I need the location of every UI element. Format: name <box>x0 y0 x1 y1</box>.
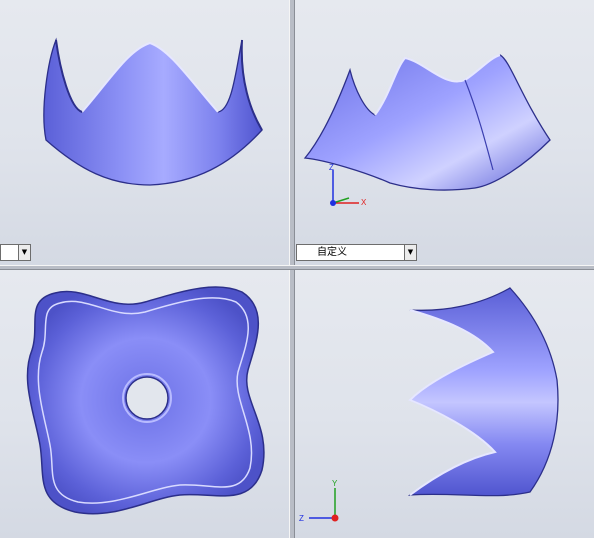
dropdown-arrow-icon[interactable]: ▼ <box>404 245 416 260</box>
axis-z-label: Z <box>329 163 334 172</box>
side-shell-shape <box>407 287 559 497</box>
front-view-model <box>43 37 263 186</box>
four-viewport-layout: ▼ Z X 自定义 ▼ Y Z <box>0 0 594 538</box>
isometric-view-model: Z X <box>303 54 551 207</box>
view-orientation-combo[interactable]: ▼ <box>0 244 31 261</box>
axis-triad: Y Z <box>299 479 339 523</box>
axis-z-label: Z <box>299 514 304 523</box>
dropdown-arrow-icon[interactable]: ▼ <box>18 245 30 260</box>
viewport-isometric[interactable]: Z X 自定义 ▼ <box>295 0 594 265</box>
viewport-top[interactable] <box>0 270 289 538</box>
viewport-splitter-horizontal[interactable] <box>0 265 594 270</box>
front-shell-shape <box>43 37 263 186</box>
triad-origin <box>330 200 336 206</box>
top-view-model <box>26 286 265 515</box>
center-hole <box>125 376 169 420</box>
side-view-model: Y Z <box>299 287 559 523</box>
iso-shell-back <box>303 54 551 191</box>
viewport-front[interactable]: ▼ <box>0 0 289 265</box>
axis-y-label: Y <box>332 479 338 488</box>
viewport-side[interactable]: Y Z <box>295 270 594 538</box>
axis-x-label: X <box>361 198 367 207</box>
view-orientation-combo[interactable]: 自定义 ▼ <box>296 244 417 261</box>
triad-origin <box>331 514 339 522</box>
